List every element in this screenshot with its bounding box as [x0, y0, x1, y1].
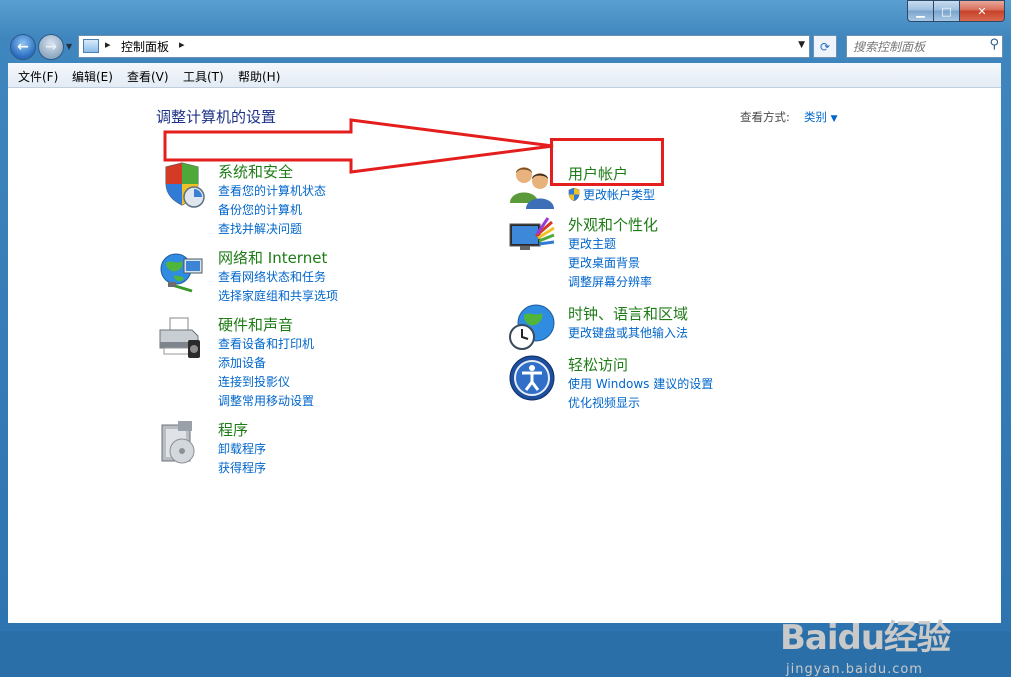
view-by-label: 查看方式:: [740, 110, 790, 124]
link-windows-recommended-settings[interactable]: 使用 Windows 建议的设置: [568, 375, 713, 394]
forward-arrow-icon: →: [45, 39, 57, 55]
link-label: 更改帐户类型: [583, 188, 656, 202]
chevron-down-icon: ▼: [830, 114, 838, 124]
view-by-dropdown[interactable]: 类别 ▼: [804, 109, 838, 125]
minimize-button[interactable]: ▁: [907, 0, 934, 22]
link-add-device[interactable]: 添加设备: [218, 354, 314, 373]
minimize-icon: ▁: [916, 4, 925, 18]
category-title-network[interactable]: 网络和 Internet: [218, 247, 327, 268]
link-adjust-resolution[interactable]: 调整屏幕分辨率: [568, 273, 652, 292]
clock-globe-icon[interactable]: [508, 303, 556, 351]
monitor-palette-icon[interactable]: [508, 214, 556, 262]
maximize-icon: □: [941, 4, 952, 18]
maximize-button[interactable]: □: [934, 0, 960, 22]
control-panel-icon: [83, 39, 99, 53]
address-dropdown-icon[interactable]: ▼: [798, 40, 805, 50]
window-controls: ▁ □ ✕: [907, 0, 1005, 22]
title-bar: ▁ □ ✕: [0, 0, 1011, 30]
close-button[interactable]: ✕: [960, 0, 1005, 22]
watermark-logo: Baidu经验: [780, 618, 951, 658]
link-view-computer-status[interactable]: 查看您的计算机状态: [218, 182, 326, 201]
category-title-clock[interactable]: 时钟、语言和区域: [568, 303, 688, 324]
view-by-value: 类别: [804, 110, 827, 124]
close-icon: ✕: [977, 4, 987, 18]
recent-pages-dropdown[interactable]: ▼: [66, 42, 72, 51]
link-network-status[interactable]: 查看网络状态和任务: [218, 268, 338, 287]
breadcrumb-control-panel[interactable]: 控制面板: [121, 38, 169, 55]
link-mobility-settings[interactable]: 调整常用移动设置: [218, 392, 314, 411]
menu-file[interactable]: 文件(F): [18, 68, 58, 85]
link-uninstall-program[interactable]: 卸载程序: [218, 440, 266, 459]
annotation-arrow: [163, 118, 554, 174]
uac-shield-icon: [568, 188, 580, 201]
menu-edit[interactable]: 编辑(E): [72, 68, 113, 85]
magnifier-icon[interactable]: ⚲: [989, 37, 999, 52]
link-change-account-type[interactable]: 更改帐户类型: [568, 186, 655, 203]
annotation-highlight-box: [550, 138, 664, 186]
baidu-watermark: Baidu经验 jingyan.baidu.com: [780, 610, 951, 677]
category-title-hardware[interactable]: 硬件和声音: [218, 314, 293, 335]
menu-tools[interactable]: 工具(T): [183, 68, 224, 85]
refresh-icon: ⟳: [819, 39, 831, 54]
control-panel-window: ▁ □ ✕ ← → ▼ ▸ 控制面板 ▸ ▼ ⟳ ⚲ 文件(F) 编辑(E) 查…: [0, 0, 1011, 677]
refresh-button[interactable]: ⟳: [813, 35, 837, 58]
printer-icon[interactable]: [158, 314, 206, 362]
forward-button[interactable]: →: [38, 34, 64, 60]
navigation-bar: ← → ▼ ▸ 控制面板 ▸ ▼ ⟳ ⚲: [0, 30, 1011, 62]
menu-bar: 文件(F) 编辑(E) 查看(V) 工具(T) 帮助(H): [8, 63, 1001, 88]
link-change-desktop-background[interactable]: 更改桌面背景: [568, 254, 652, 273]
back-button[interactable]: ←: [10, 34, 36, 60]
menu-view[interactable]: 查看(V): [127, 68, 169, 85]
breadcrumb-separator-icon[interactable]: ▸: [179, 38, 185, 51]
link-optimize-display[interactable]: 优化视频显示: [568, 394, 713, 413]
link-troubleshoot[interactable]: 查找并解决问题: [218, 220, 326, 239]
category-title-ease[interactable]: 轻松访问: [568, 354, 628, 375]
link-homegroup-sharing[interactable]: 选择家庭组和共享选项: [218, 287, 338, 306]
watermark-url: jingyan.baidu.com: [786, 662, 923, 677]
link-get-programs[interactable]: 获得程序: [218, 459, 266, 478]
globe-network-icon[interactable]: [158, 247, 206, 295]
address-bar[interactable]: ▸ 控制面板 ▸ ▼: [78, 35, 810, 58]
search-input[interactable]: [851, 37, 983, 56]
control-panel-content: 调整计算机的设置 查看方式: 类别 ▼ 系统和安全 查看您的计算机状态 备份您的…: [8, 88, 1001, 677]
link-backup-computer[interactable]: 备份您的计算机: [218, 201, 326, 220]
link-devices-printers[interactable]: 查看设备和打印机: [218, 335, 314, 354]
search-box: ⚲: [846, 35, 1003, 58]
category-title-appearance[interactable]: 外观和个性化: [568, 214, 658, 235]
breadcrumb-separator-icon[interactable]: ▸: [105, 38, 111, 51]
menu-help[interactable]: 帮助(H): [238, 68, 280, 85]
ease-of-access-icon[interactable]: [508, 354, 556, 402]
back-arrow-icon: ←: [17, 39, 29, 55]
link-change-theme[interactable]: 更改主题: [568, 235, 652, 254]
link-change-keyboard-input[interactable]: 更改键盘或其他输入法: [568, 324, 688, 343]
link-connect-projector[interactable]: 连接到投影仪: [218, 373, 314, 392]
category-title-programs[interactable]: 程序: [218, 419, 248, 440]
programs-box-icon[interactable]: [158, 419, 206, 467]
